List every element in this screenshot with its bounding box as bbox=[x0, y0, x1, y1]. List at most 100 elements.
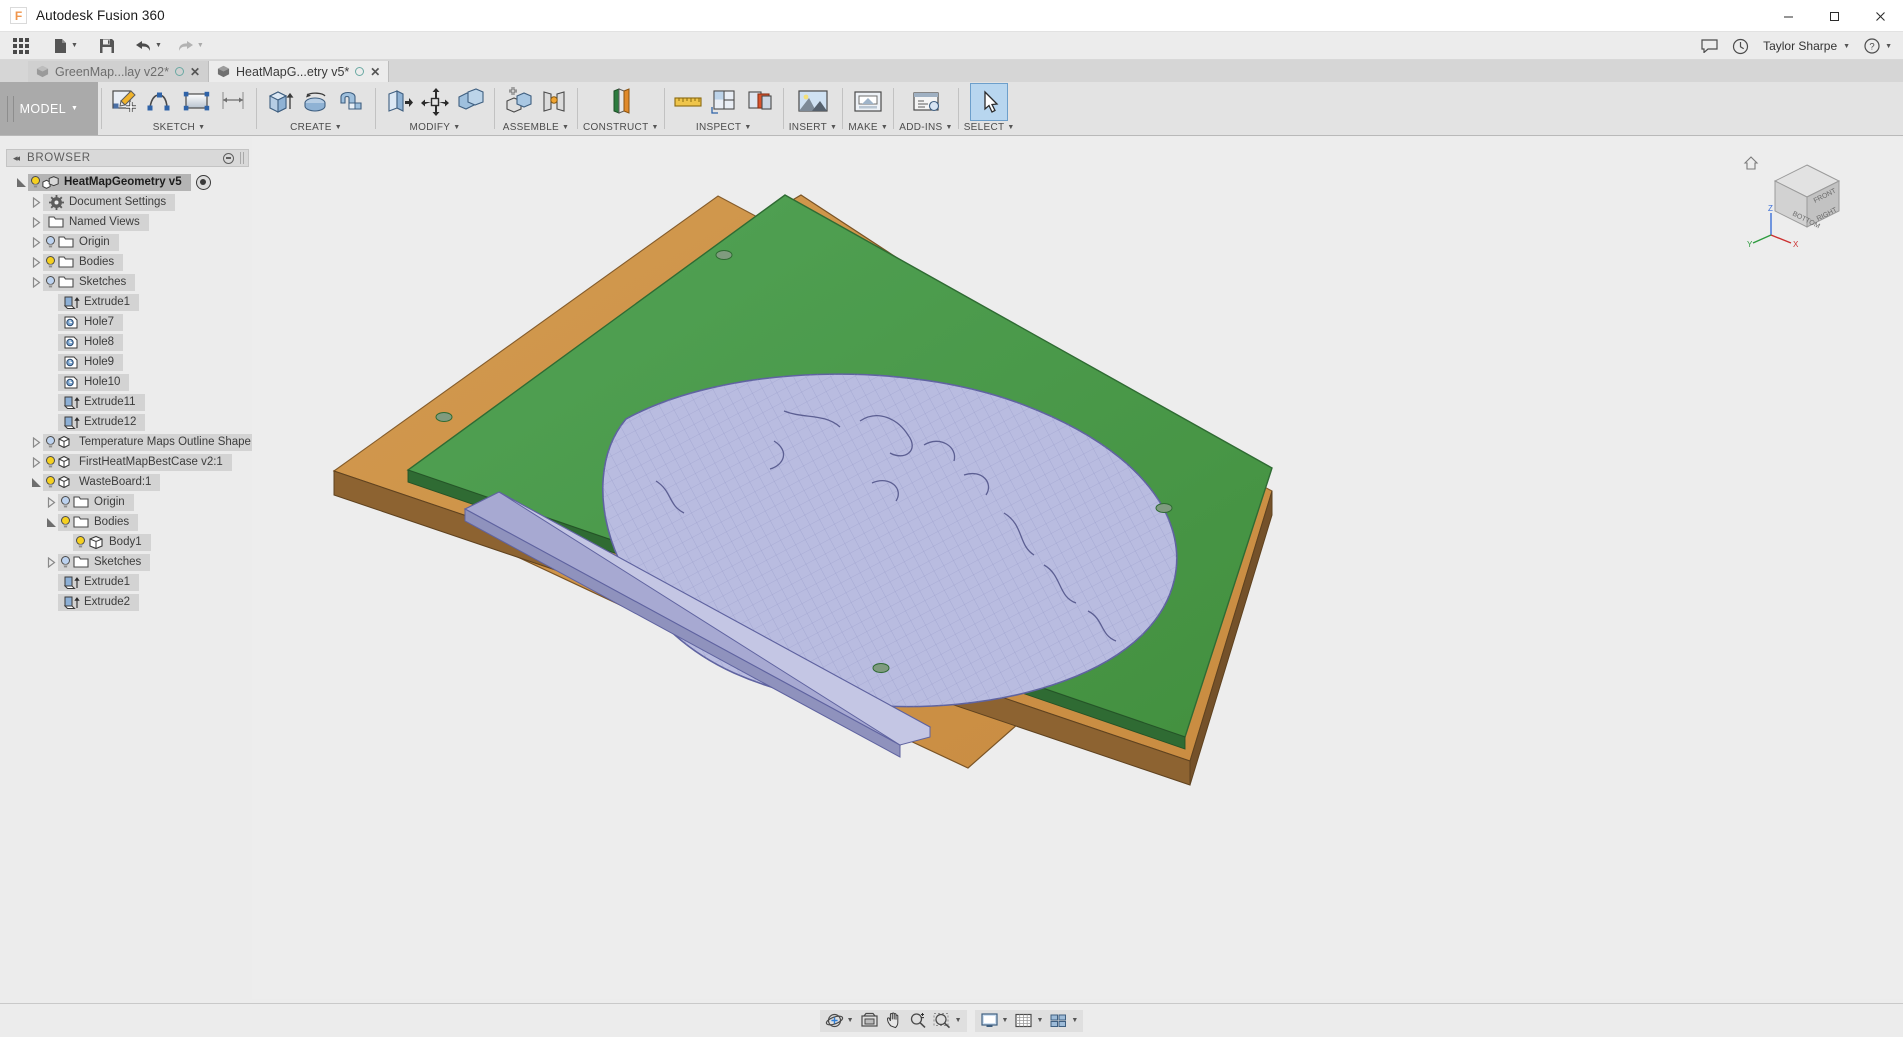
undo-button[interactable]: ▼ bbox=[131, 33, 166, 59]
expand-toggle-closed-icon[interactable] bbox=[29, 254, 43, 271]
section-analysis-button[interactable] bbox=[706, 84, 742, 120]
tree-row-hole9[interactable]: Hole9 bbox=[0, 352, 252, 372]
comments-button[interactable] bbox=[1694, 33, 1725, 59]
tree-row-sketches[interactable]: Sketches bbox=[0, 272, 252, 292]
tree-row-origin[interactable]: Origin bbox=[0, 492, 252, 512]
save-button[interactable] bbox=[95, 33, 119, 59]
tree-row-highlight[interactable]: Origin bbox=[43, 233, 119, 251]
tree-row-sketches[interactable]: Sketches bbox=[0, 552, 252, 572]
tree-row-highlight[interactable]: Document Settings bbox=[43, 193, 176, 211]
ribbon-group-label[interactable]: ADD-INS ▼ bbox=[899, 120, 952, 135]
tree-row-extrude1[interactable]: Extrude1 bbox=[0, 292, 252, 312]
light-bulb-off-icon[interactable] bbox=[44, 275, 57, 289]
tree-row-extrude12[interactable]: Extrude12 bbox=[0, 412, 252, 432]
insert-mesh-button[interactable] bbox=[793, 84, 833, 120]
tree-row-highlight[interactable]: Hole8 bbox=[58, 333, 124, 351]
tree-row-highlight[interactable]: Extrude12 bbox=[58, 413, 146, 431]
tree-row-highlight[interactable]: Extrude1 bbox=[58, 573, 140, 591]
zoom-button[interactable] bbox=[906, 1010, 930, 1031]
visibility-toggle[interactable] bbox=[43, 435, 57, 450]
light-bulb-off-icon[interactable] bbox=[44, 435, 57, 449]
tree-row-body1[interactable]: Body1 bbox=[0, 532, 252, 552]
tree-row-firstheatmapbestcase-v2-1[interactable]: FirstHeatMapBestCase v2:1 bbox=[0, 452, 252, 472]
light-bulb-on-icon[interactable] bbox=[59, 515, 72, 529]
tree-row-hole7[interactable]: Hole7 bbox=[0, 312, 252, 332]
visibility-toggle[interactable] bbox=[43, 475, 57, 490]
revolve-button[interactable] bbox=[298, 84, 334, 120]
ribbon-group-label[interactable]: MODIFY ▼ bbox=[410, 120, 461, 135]
expand-toggle-closed-icon[interactable] bbox=[29, 234, 43, 251]
tree-row-highlight[interactable]: Bodies bbox=[58, 513, 139, 531]
ribbon-group-label[interactable]: INSERT ▼ bbox=[789, 120, 838, 135]
maximize-button[interactable] bbox=[1811, 0, 1857, 32]
tree-row-heatmapgeometry-v5[interactable]: HeatMapGeometry v5 bbox=[0, 172, 252, 192]
3d-print-button[interactable] bbox=[848, 84, 888, 120]
expand-toggle-closed-icon[interactable] bbox=[44, 554, 58, 571]
light-bulb-on-icon[interactable] bbox=[44, 255, 57, 269]
expand-toggle-closed-icon[interactable] bbox=[29, 454, 43, 471]
tree-row-temperature-maps-outline-shape-v[interactable]: Temperature Maps Outline Shape v... bbox=[0, 432, 278, 452]
new-component-button[interactable] bbox=[500, 84, 536, 120]
tree-row-highlight[interactable]: Bodies bbox=[43, 253, 124, 271]
panel-resize-grip[interactable] bbox=[240, 152, 244, 164]
tree-row-highlight[interactable]: Hole9 bbox=[58, 353, 124, 371]
tree-row-highlight[interactable]: HeatMapGeometry v5 bbox=[28, 173, 191, 191]
light-bulb-on-icon[interactable] bbox=[44, 455, 57, 469]
display-settings-button[interactable]: ▼ bbox=[977, 1010, 1012, 1031]
redo-button[interactable]: ▼ bbox=[173, 33, 208, 59]
tree-row-extrude2[interactable]: Extrude2 bbox=[0, 592, 252, 612]
expand-toggle-closed-icon[interactable] bbox=[29, 434, 43, 451]
view-cube[interactable]: BOTTOM FRONT RIGHT Z X Y bbox=[1741, 147, 1861, 252]
tree-row-highlight[interactable]: Named Views bbox=[43, 213, 149, 231]
extrude-button[interactable] bbox=[262, 84, 298, 120]
tree-row-origin[interactable]: Origin bbox=[0, 232, 252, 252]
tree-row-wasteboard-1[interactable]: WasteBoard:1 bbox=[0, 472, 252, 492]
visibility-toggle[interactable] bbox=[58, 515, 72, 530]
light-bulb-on-icon[interactable] bbox=[74, 535, 87, 549]
expand-toggle-closed-icon[interactable] bbox=[44, 494, 58, 511]
expand-toggle-open-icon[interactable] bbox=[29, 474, 43, 491]
offset-plane-button[interactable] bbox=[603, 84, 639, 120]
zoom-window-button[interactable]: ▼ bbox=[930, 1010, 965, 1031]
viewports-button[interactable]: ▼ bbox=[1046, 1010, 1081, 1031]
ribbon-group-label[interactable]: ASSEMBLE ▼ bbox=[503, 120, 570, 135]
grid-snaps-button[interactable]: ▼ bbox=[1011, 1010, 1046, 1031]
sweep-button[interactable] bbox=[334, 84, 370, 120]
tree-row-extrude1[interactable]: Extrude1 bbox=[0, 572, 252, 592]
light-bulb-off-icon[interactable] bbox=[59, 555, 72, 569]
combine-button[interactable] bbox=[453, 84, 489, 120]
document-tab-1[interactable]: HeatMapG...etry v5* ✕ bbox=[209, 61, 390, 82]
visibility-toggle[interactable] bbox=[43, 455, 57, 470]
look-at-button[interactable] bbox=[857, 1010, 882, 1031]
rectangle-button[interactable] bbox=[179, 84, 215, 120]
light-bulb-on-icon[interactable] bbox=[44, 475, 57, 489]
tree-row-highlight[interactable]: Temperature Maps Outline Shape v... bbox=[43, 433, 278, 451]
tree-row-named-views[interactable]: Named Views bbox=[0, 212, 252, 232]
activate-component-button[interactable] bbox=[195, 174, 211, 190]
light-bulb-off-icon[interactable] bbox=[59, 495, 72, 509]
job-status-button[interactable] bbox=[1725, 33, 1756, 59]
visibility-toggle[interactable] bbox=[43, 235, 57, 250]
tree-row-hole8[interactable]: Hole8 bbox=[0, 332, 252, 352]
visibility-toggle[interactable] bbox=[43, 255, 57, 270]
tree-row-highlight[interactable]: Extrude11 bbox=[58, 393, 145, 411]
pan-button[interactable] bbox=[882, 1010, 906, 1031]
sketch-dimension-button[interactable] bbox=[215, 84, 251, 120]
workspace-switcher[interactable]: MODEL ▼ bbox=[0, 82, 98, 135]
orbit-button[interactable]: ▼ bbox=[822, 1010, 857, 1031]
expand-toggle-open-icon[interactable] bbox=[14, 174, 28, 191]
tree-row-highlight[interactable]: Body1 bbox=[73, 533, 151, 551]
ribbon-group-label[interactable]: INSPECT ▼ bbox=[696, 120, 752, 135]
ribbon-group-label[interactable]: SELECT ▼ bbox=[964, 120, 1015, 135]
visibility-toggle[interactable] bbox=[58, 495, 72, 510]
visibility-toggle[interactable] bbox=[73, 535, 87, 550]
app-grid-button[interactable] bbox=[9, 33, 33, 59]
move-copy-button[interactable] bbox=[417, 84, 453, 120]
expand-toggle-closed-icon[interactable] bbox=[29, 214, 43, 231]
document-tab-0[interactable]: GreenMap...lay v22* ✕ bbox=[28, 61, 210, 82]
tree-row-hole10[interactable]: Hole10 bbox=[0, 372, 252, 392]
tree-row-highlight[interactable]: Extrude2 bbox=[58, 593, 140, 611]
expand-toggle-closed-icon[interactable] bbox=[29, 194, 43, 211]
3d-viewport[interactable]: BOTTOM FRONT RIGHT Z X Y bbox=[252, 137, 1903, 999]
tree-row-highlight[interactable]: WasteBoard:1 bbox=[43, 473, 161, 491]
